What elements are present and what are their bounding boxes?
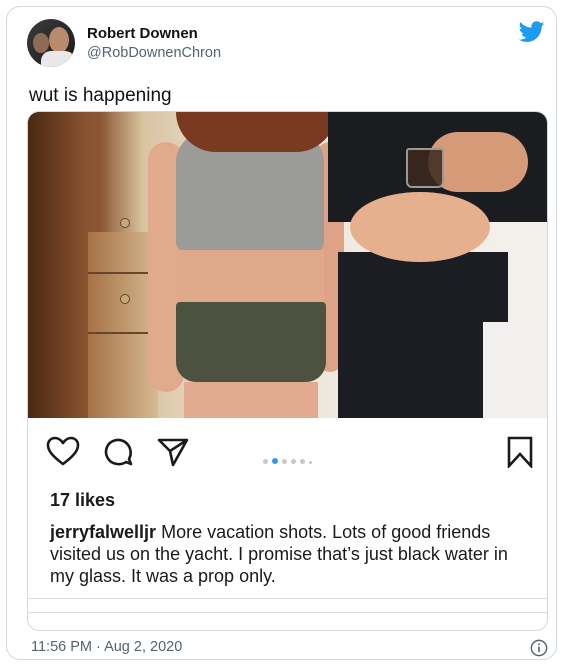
bookmark-icon[interactable] — [506, 436, 534, 468]
tweet-card: Robert Downen @RobDownenChron wut is hap… — [6, 6, 557, 660]
divider — [28, 612, 547, 613]
heart-icon[interactable] — [46, 436, 80, 466]
author-handle[interactable]: @RobDownenChron — [87, 45, 221, 61]
info-icon[interactable] — [530, 639, 548, 657]
author-name[interactable]: Robert Downen — [87, 25, 198, 42]
share-icon[interactable] — [156, 436, 190, 468]
twitter-bird-icon[interactable] — [519, 21, 545, 43]
carousel-dots — [263, 451, 316, 469]
embedded-instagram-post[interactable]: 17 likes jerryfalwelljr More vacation sh… — [27, 111, 548, 631]
avatar[interactable] — [27, 19, 75, 67]
caption-username[interactable]: jerryfalwelljr — [50, 522, 156, 542]
tweet-timestamp[interactable]: 11:56 PM · Aug 2, 2020 — [31, 639, 182, 655]
tweet-text: wut is happening — [29, 85, 172, 106]
post-caption: jerryfalwelljr More vacation shots. Lots… — [50, 521, 530, 587]
comment-icon[interactable] — [102, 436, 134, 468]
divider — [28, 598, 547, 599]
likes-count[interactable]: 17 likes — [50, 490, 115, 511]
post-photo[interactable] — [28, 112, 547, 418]
post-action-bar — [28, 418, 547, 478]
